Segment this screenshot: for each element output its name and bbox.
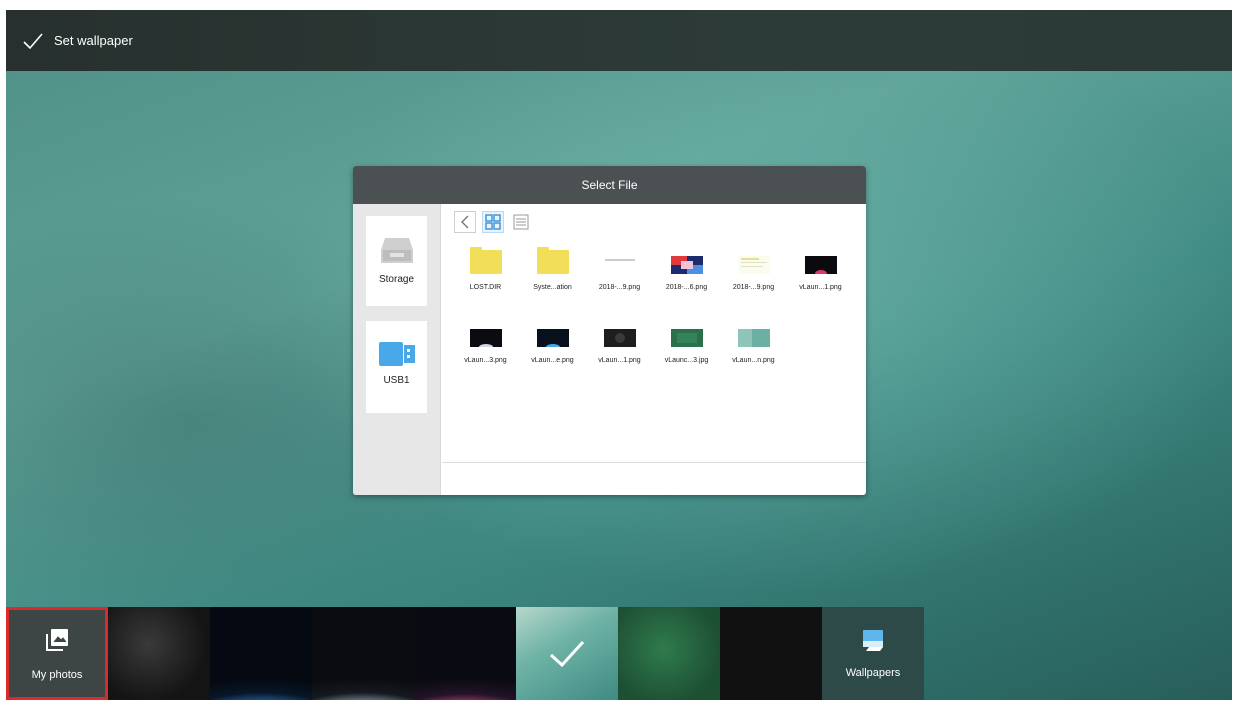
dialog-title: Select File — [353, 166, 866, 204]
wallpaper-screen: Set wallpaper Select File Storage USB1 L… — [6, 10, 1232, 700]
file-item-system[interactable]: Syste...ation — [519, 247, 586, 321]
storage-tray-icon — [380, 238, 413, 263]
file-item[interactable]: vLaun...e.png — [519, 321, 586, 394]
dialog-sidebar: Storage USB1 — [353, 204, 441, 495]
wallpaper-strip: My photos Wallpapers — [6, 607, 926, 700]
sidebar-item-label: Storage — [378, 274, 415, 285]
wallpaper-thumbnail[interactable] — [720, 607, 822, 700]
photo-library-icon — [46, 628, 68, 651]
file-item[interactable]: 2018-...9.png — [720, 248, 787, 321]
file-item[interactable]: 2018-...9.png — [586, 248, 653, 321]
image-thumbnail-icon — [737, 329, 770, 347]
wallpaper-thumbnail[interactable] — [210, 607, 312, 700]
file-name: LOST.DIR — [469, 284, 502, 291]
file-name: vLaun...e.png — [531, 357, 574, 364]
list-view-icon — [513, 214, 529, 230]
check-icon — [549, 640, 585, 667]
folder-icon — [536, 247, 569, 274]
file-grid: LOST.DIR Syste...ation 2018-...9.png 201… — [452, 247, 862, 394]
wallpaper-thumbnail[interactable] — [108, 607, 210, 700]
image-thumbnail-icon — [536, 329, 569, 347]
file-name: vLaun...n.png — [732, 357, 775, 364]
image-thumbnail-icon — [804, 256, 837, 274]
file-item[interactable]: 2018-...6.png — [653, 248, 720, 321]
file-item[interactable]: vLaun...3.png — [452, 321, 519, 394]
image-thumbnail-icon — [737, 256, 770, 274]
wallpaper-thumbnail[interactable] — [414, 607, 516, 700]
file-item[interactable]: vLaunc...3.jpg — [653, 321, 720, 394]
wallpapers-button[interactable]: Wallpapers — [822, 607, 924, 700]
file-name: 2018-...9.png — [598, 284, 641, 291]
file-name: vLaunc...3.jpg — [664, 357, 709, 364]
dialog-footer-divider — [442, 462, 866, 463]
file-name: 2018-...6.png — [665, 284, 708, 291]
folder-icon — [469, 247, 502, 274]
image-thumbnail-icon — [670, 329, 703, 347]
page-title: Set wallpaper — [54, 33, 133, 48]
file-toolbar — [454, 210, 532, 234]
wallpapers-label: Wallpapers — [845, 666, 901, 679]
file-item-lost-dir[interactable]: LOST.DIR — [452, 247, 519, 321]
check-icon[interactable] — [22, 30, 44, 52]
grid-view-button[interactable] — [482, 211, 504, 233]
file-name: vLaun...1.png — [799, 284, 842, 291]
list-view-button[interactable] — [510, 211, 532, 233]
back-button[interactable] — [454, 211, 476, 233]
wallpaper-thumbnail[interactable] — [618, 607, 720, 700]
sidebar-item-storage[interactable]: Storage — [366, 216, 427, 306]
top-bar: Set wallpaper — [6, 10, 1232, 71]
wallpaper-thumbnail[interactable] — [312, 607, 414, 700]
select-file-dialog: Select File Storage USB1 LOST.DIR Syste.… — [353, 166, 866, 495]
wallpaper-thumbnail-selected[interactable] — [516, 607, 618, 700]
my-photos-button[interactable]: My photos — [6, 607, 108, 700]
file-name: Syste...ation — [533, 284, 572, 291]
grid-view-icon — [485, 214, 501, 230]
file-name: vLaun...1.png — [598, 357, 641, 364]
file-item[interactable]: vLaun...n.png — [720, 321, 787, 394]
file-name: vLaun...3.png — [464, 357, 507, 364]
file-name: 2018-...9.png — [732, 284, 775, 291]
file-browser: LOST.DIR Syste...ation 2018-...9.png 201… — [442, 204, 866, 495]
image-thumbnail-icon — [670, 256, 703, 274]
file-item[interactable]: vLaun...1.png — [787, 248, 854, 321]
image-thumbnail-icon — [469, 329, 502, 347]
image-thumbnail-icon — [603, 329, 636, 347]
sidebar-item-label: USB1 — [383, 375, 410, 386]
sidebar-item-usb1[interactable]: USB1 — [366, 321, 427, 413]
file-item[interactable]: vLaun...1.png — [586, 321, 653, 394]
chevron-left-icon — [461, 215, 469, 229]
my-photos-label: My photos — [31, 668, 83, 681]
image-thumbnail-icon — [603, 256, 636, 274]
usb-drive-icon — [378, 342, 415, 366]
wallpaper-icon — [863, 629, 883, 651]
